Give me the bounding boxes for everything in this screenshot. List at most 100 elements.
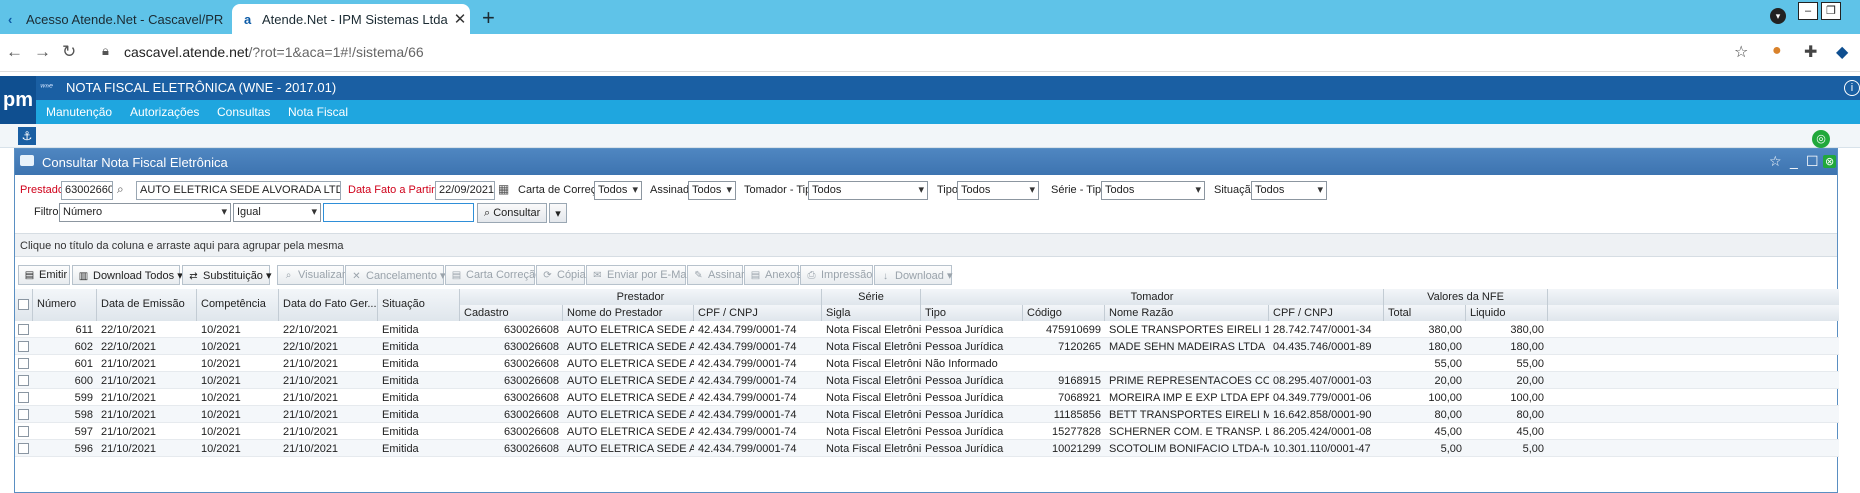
header-codigo[interactable]: Código bbox=[1023, 305, 1105, 321]
carta-correcao-button[interactable]: ▤ Carta Correção bbox=[445, 265, 541, 285]
serie-tipo-select[interactable]: Todos bbox=[1101, 181, 1205, 200]
profile-avatar-icon[interactable]: ◆ bbox=[1836, 42, 1848, 62]
header-sigla[interactable]: Sigla bbox=[822, 305, 921, 321]
header-cpf-cnpj-prestador[interactable]: CPF / CNPJ bbox=[694, 305, 822, 321]
row-checkbox[interactable] bbox=[18, 375, 29, 386]
data-fato-input[interactable]: 22/09/2021 bbox=[435, 181, 495, 200]
carta-correcao-select[interactable]: Todos bbox=[594, 181, 642, 200]
table-row[interactable]: 611 22/10/2021 10/2021 22/10/2021 Emitida 630… bbox=[15, 321, 1839, 338]
substituicao-button[interactable]: ⇄ Substituição ▾ bbox=[182, 265, 272, 285]
browser-tab-atende[interactable]: a Atende.Net - IPM Sistemas Ltda - ✕ bbox=[232, 4, 470, 34]
header-cpf-cnpj-tomador[interactable]: CPF / CNPJ bbox=[1269, 305, 1384, 321]
browser-tab-acesso[interactable]: ‹ Acesso Atende.Net - Cascavel/PR bbox=[0, 4, 230, 34]
row-checkbox[interactable] bbox=[18, 409, 29, 420]
menu-nota-fiscal[interactable]: Nota Fiscal bbox=[288, 105, 348, 119]
back-icon[interactable]: ← bbox=[6, 42, 23, 62]
menu-autorizacoes[interactable]: Autorizações bbox=[130, 105, 199, 119]
prestador-name-input[interactable]: AUTO ELETRICA SEDE ALVORADA LTDA bbox=[136, 181, 341, 200]
table-row[interactable]: 601 21/10/2021 10/2021 21/10/2021 Emitida 630… bbox=[15, 355, 1839, 372]
cell-cadastro: 630026608 bbox=[503, 341, 559, 353]
row-checkbox[interactable] bbox=[18, 426, 29, 437]
row-checkbox[interactable] bbox=[18, 341, 29, 352]
menu-consultas[interactable]: Consultas bbox=[217, 105, 270, 119]
lock-icon[interactable]: 🔒︎ bbox=[102, 43, 109, 59]
minimize-icon[interactable]: _ bbox=[1790, 153, 1798, 169]
cell-cadastro: 630026608 bbox=[503, 358, 559, 370]
header-data-emissao[interactable]: Data de Emissão bbox=[97, 289, 197, 321]
filtro-value-input[interactable] bbox=[323, 203, 474, 222]
url-field[interactable]: cascavel.atende.net/?rot=1&aca=1#!/siste… bbox=[124, 44, 424, 60]
forward-icon[interactable]: → bbox=[34, 42, 51, 62]
header-cadastro[interactable]: Cadastro bbox=[460, 305, 563, 321]
group-by-hint: Clique no título da coluna e arraste aqu… bbox=[20, 240, 344, 252]
row-checkbox[interactable] bbox=[18, 392, 29, 403]
header-nome-prestador[interactable]: Nome do Prestador bbox=[563, 305, 694, 321]
impressao-button[interactable]: ⎙ Impressão bbox=[800, 265, 873, 285]
new-tab-button[interactable]: + bbox=[482, 5, 495, 31]
menu-manutencao[interactable]: Manutenção bbox=[46, 105, 112, 119]
row-checkbox[interactable] bbox=[18, 443, 29, 454]
consultar-button[interactable]: ⌕ Consultar bbox=[477, 203, 547, 223]
table-row[interactable]: 602 22/10/2021 10/2021 22/10/2021 Emitida 630… bbox=[15, 338, 1839, 355]
header-competencia[interactable]: Competência bbox=[197, 289, 279, 321]
table-row[interactable]: 600 21/10/2021 10/2021 21/10/2021 Emitida 630… bbox=[15, 372, 1839, 389]
anexos-button[interactable]: ▤ Anexos bbox=[744, 265, 802, 285]
bookmark-star-icon[interactable]: ☆ bbox=[1734, 42, 1748, 62]
header-data-fato[interactable]: Data do Fato Ger... bbox=[279, 289, 378, 321]
download-button[interactable]: ↓ Download ▾ bbox=[874, 265, 953, 285]
emitir-button[interactable]: ▤ Emitir bbox=[18, 265, 70, 285]
header-nome-razao[interactable]: Nome Razão bbox=[1105, 305, 1269, 321]
reload-icon[interactable]: ↻ bbox=[62, 42, 76, 62]
cell-data-fato: 21/10/2021 bbox=[283, 443, 339, 455]
cell-situacao: Emitida bbox=[382, 426, 419, 438]
anchor-icon[interactable]: ⚓︎ bbox=[18, 127, 36, 145]
header-numero[interactable]: Número bbox=[33, 289, 97, 321]
info-icon[interactable]: i bbox=[1844, 80, 1860, 96]
header-liquido[interactable]: Liquido bbox=[1466, 305, 1548, 321]
search-icon[interactable]: ⌕ bbox=[117, 182, 124, 197]
download-todos-button[interactable]: ▥ Download Todos ▾ bbox=[72, 265, 183, 285]
tipo-select[interactable]: Todos bbox=[957, 181, 1039, 200]
consult-window: Consultar Nota Fiscal Eletrônica ☆ _ ☐ ⊗… bbox=[14, 148, 1839, 493]
visualizar-button[interactable]: ⌕ Visualizar bbox=[277, 265, 346, 285]
cancelamento-button[interactable]: ✕ Cancelamento ▾ bbox=[345, 265, 446, 285]
restore-window-button[interactable]: ❐ bbox=[1821, 2, 1841, 20]
select-all-header[interactable] bbox=[15, 289, 33, 321]
row-checkbox[interactable] bbox=[18, 358, 29, 369]
cell-numero: 611 bbox=[75, 324, 93, 336]
favorite-star-icon[interactable]: ☆ bbox=[1769, 153, 1782, 170]
minimize-window-button[interactable]: ‒ bbox=[1798, 2, 1818, 20]
close-window-icon[interactable]: ⊗ bbox=[1823, 155, 1837, 168]
assinar-button[interactable]: ✎ Assinar bbox=[687, 265, 745, 285]
header-situacao[interactable]: Situação bbox=[378, 289, 460, 321]
tomador-tipo-select[interactable]: Todos bbox=[808, 181, 928, 200]
extension-person-icon[interactable]: ● bbox=[1772, 42, 1782, 60]
button-label: Assinar bbox=[708, 269, 745, 281]
situacao-select[interactable]: Todos bbox=[1251, 181, 1327, 200]
extensions-puzzle-icon[interactable]: ✚ bbox=[1804, 42, 1817, 62]
group-by-bar[interactable]: Clique no título da coluna e arraste aqu… bbox=[15, 233, 1837, 257]
calendar-icon[interactable]: ▦ bbox=[498, 182, 509, 196]
copia-button[interactable]: ⟳ Cópia bbox=[536, 265, 586, 285]
header-total[interactable]: Total bbox=[1384, 305, 1466, 321]
table-row[interactable]: 596 21/10/2021 10/2021 21/10/2021 Emitida 630… bbox=[15, 440, 1839, 457]
header-tipo[interactable]: Tipo bbox=[921, 305, 1023, 321]
assinada-select[interactable]: Todos bbox=[688, 181, 736, 200]
prestador-code-input[interactable]: 630026608 bbox=[61, 181, 113, 200]
tab-search-icon[interactable]: ▾ bbox=[1770, 8, 1786, 24]
filtro-field-select[interactable]: Número bbox=[59, 203, 231, 222]
table-row[interactable]: 597 21/10/2021 10/2021 21/10/2021 Emitida 630… bbox=[15, 423, 1839, 440]
table-row[interactable]: 599 21/10/2021 10/2021 21/10/2021 Emitida 630… bbox=[15, 389, 1839, 406]
status-target-icon[interactable]: ◎ bbox=[1812, 130, 1830, 148]
cell-cpf-cnpj-tomador bbox=[1269, 355, 1384, 372]
row-checkbox[interactable] bbox=[18, 324, 29, 335]
select-all-checkbox[interactable] bbox=[18, 299, 29, 310]
consultar-dropdown-button[interactable]: ▾ bbox=[549, 203, 567, 223]
close-tab-icon[interactable]: ✕ bbox=[450, 10, 470, 28]
cell-codigo bbox=[1023, 355, 1105, 372]
maximize-icon[interactable]: ☐ bbox=[1806, 153, 1819, 170]
enviar-email-button[interactable]: ✉ Enviar por E-Mail bbox=[586, 265, 691, 285]
table-row[interactable]: 598 21/10/2021 10/2021 21/10/2021 Emitida 630… bbox=[15, 406, 1839, 423]
filtro-operator-select[interactable]: Igual bbox=[233, 203, 321, 222]
cell-tipo: Pessoa Jurídica bbox=[925, 409, 1004, 421]
